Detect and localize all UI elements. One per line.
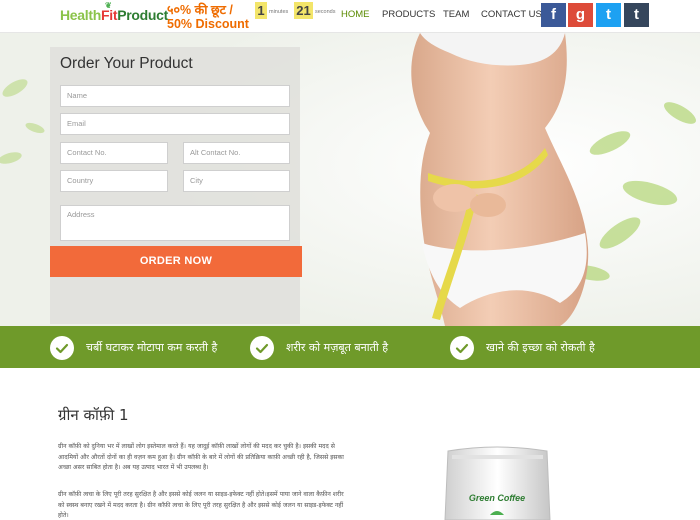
timer-seconds-value: 21	[294, 2, 313, 19]
email-field[interactable]: Email	[60, 113, 290, 135]
timer-minutes-label: minutes	[269, 9, 289, 15]
nav-contact-us[interactable]: CONTACT US	[481, 9, 542, 20]
feature-text-3: खाने की इच्छा को रोकती है	[486, 341, 595, 354]
google-plus-icon[interactable]: g	[568, 3, 593, 27]
country-field[interactable]: Country	[60, 170, 168, 192]
check-icon	[250, 336, 274, 360]
feature-text-2: शरीर को मज़बूत बनाती है	[286, 341, 389, 354]
nav-team[interactable]: TEAM	[443, 9, 469, 20]
feature-text-1: चर्बी घटाकर मोटापा कम करती है	[86, 341, 218, 354]
site-header: HealthFitProduct ❦ ५०% की छूट / 50% Disc…	[0, 0, 700, 33]
hero-section: Order Your Product Name Email Contact No…	[0, 33, 700, 326]
leaf-icon: ❦	[105, 1, 112, 10]
green-coffee-pack-image: Green Coffee	[444, 446, 551, 520]
logo-text-product: Product	[117, 7, 169, 23]
discount-promo: ५०% की छूट / 50% Discount	[167, 3, 249, 31]
order-form-title: Order Your Product	[60, 55, 193, 72]
pack-label: Green Coffee	[469, 493, 525, 503]
twitter-icon[interactable]: t	[596, 3, 621, 27]
features-band: चर्बी घटाकर मोटापा कम करती है शरीर को मज…	[0, 326, 700, 368]
check-icon	[450, 336, 474, 360]
name-field[interactable]: Name	[60, 85, 290, 107]
alt-contact-field[interactable]: Alt Contact No.	[183, 142, 290, 164]
contact-field[interactable]: Contact No.	[60, 142, 168, 164]
site-logo[interactable]: HealthFitProduct ❦	[60, 1, 169, 23]
description-paragraph-2: ग्रीन कॉफ़ी त्वचा के लिए पूरी तरह सुरक्ष…	[58, 491, 344, 519]
timer-minutes-value: 1	[255, 2, 267, 19]
order-form: Order Your Product Name Email Contact No…	[50, 47, 300, 324]
timer-seconds-label: seconds	[315, 9, 336, 15]
facebook-icon[interactable]: f	[541, 3, 566, 27]
logo-text-health: Health	[60, 7, 101, 23]
tumblr-icon[interactable]: t	[624, 3, 649, 27]
nav-products[interactable]: PRODUCTS	[382, 9, 435, 20]
check-icon	[50, 336, 74, 360]
city-field[interactable]: City	[183, 170, 290, 192]
nav-home[interactable]: HOME	[341, 9, 370, 20]
promo-english: 50% Discount	[167, 17, 249, 31]
section-title: ग्रीन कॉफ़ी 1	[58, 406, 129, 424]
promo-hindi: ५०% की छूट /	[167, 3, 233, 17]
description-paragraph-1: ग्रीन कॉफ़ी को दुनिया भर में लाखों लोग इ…	[58, 443, 344, 471]
order-now-button[interactable]: ORDER NOW	[50, 246, 302, 277]
address-field[interactable]: Address	[60, 205, 290, 241]
